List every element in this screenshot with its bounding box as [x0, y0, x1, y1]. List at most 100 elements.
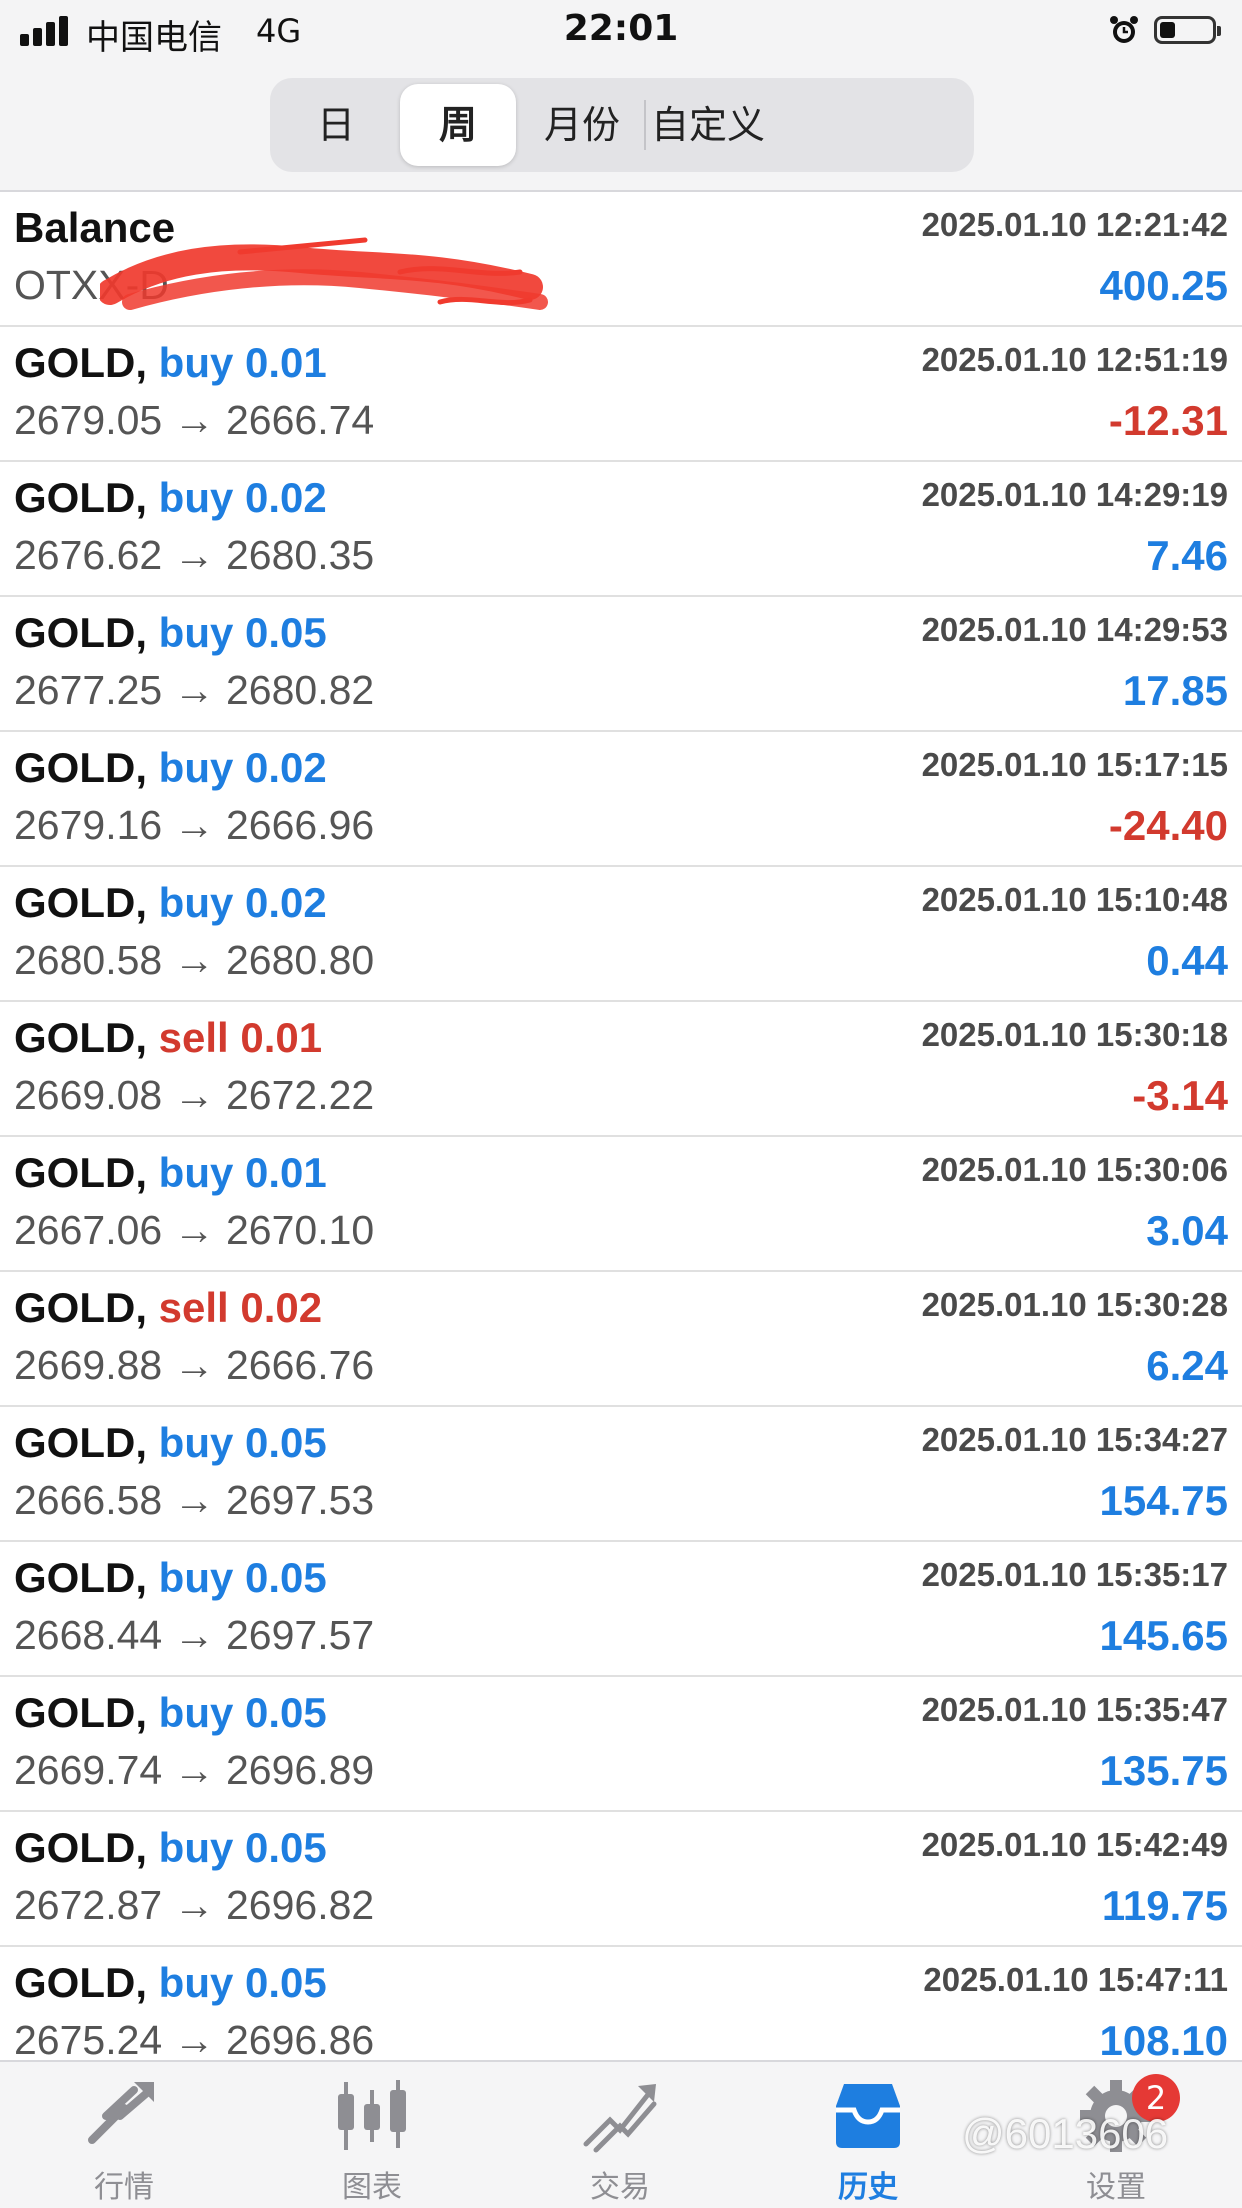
deal-side-volume: buy 0.02	[158, 744, 327, 791]
deal-title: GOLD, buy 0.05	[14, 1419, 327, 1467]
deal-prices: 2669.08 → 2672.22	[14, 1072, 375, 1118]
deal-profit: 7.46	[1146, 532, 1228, 579]
deal-side-volume: buy 0.05	[158, 1554, 327, 1601]
deal-prices: 2669.74 → 2696.89	[14, 1747, 375, 1793]
tab-label: 交易	[590, 2170, 650, 2205]
deal-row[interactable]: GOLD, buy 0.05 2666.58 → 2697.53 2025.01.1…	[0, 1407, 1242, 1542]
tab-trade[interactable]: 交易	[496, 2062, 744, 2208]
deal-row[interactable]: GOLD, sell 0.02 2669.88 → 2666.76 2025.01.…	[0, 1272, 1242, 1407]
deal-title: GOLD, buy 0.02	[14, 879, 327, 927]
deal-row[interactable]: GOLD, buy 0.02 2679.16 → 2666.96 2025.01.1…	[0, 732, 1242, 867]
history-icon	[836, 2084, 900, 2148]
tab-label: 行情	[94, 2170, 154, 2205]
deal-symbol: GOLD,	[14, 1014, 147, 1061]
deal-symbol: GOLD,	[14, 1149, 147, 1196]
tab-label: 图表	[342, 2170, 402, 2205]
deal-row[interactable]: GOLD, buy 0.02 2676.62 → 2680.35 2025.01.1…	[0, 462, 1242, 597]
deal-time: 2025.01.10 15:35:17	[921, 1556, 1228, 1593]
tab-month[interactable]: 月份	[522, 84, 642, 166]
deal-row[interactable]: GOLD, buy 0.05 2672.87 → 2696.82 2025.01.1…	[0, 1812, 1242, 1947]
deal-side-volume: sell 0.02	[158, 1284, 323, 1331]
balance-amount: 400.25	[1099, 262, 1228, 309]
deal-row[interactable]: GOLD, buy 0.05 2677.25 → 2680.82 2025.01.1…	[0, 597, 1242, 732]
deal-side-volume: buy 0.05	[158, 1959, 327, 2006]
deal-row[interactable]: GOLD, buy 0.05 2668.44 → 2697.57 2025.01.1…	[0, 1542, 1242, 1677]
deal-prices: 2679.05 → 2666.74	[14, 397, 375, 443]
deal-side-volume: buy 0.05	[158, 609, 327, 656]
deal-time: 2025.01.10 12:51:19	[921, 341, 1228, 378]
deal-symbol: GOLD,	[14, 474, 147, 521]
deal-profit: -12.31	[1108, 397, 1228, 444]
deal-side-volume: sell 0.01	[158, 1014, 323, 1061]
deal-title: GOLD, buy 0.05	[14, 609, 327, 657]
deal-profit: 154.75	[1099, 1477, 1228, 1524]
deal-time: 2025.01.10 15:17:15	[921, 746, 1228, 783]
tab-label: 历史	[838, 2170, 898, 2205]
quotes-icon	[88, 2082, 154, 2144]
deal-row[interactable]: GOLD, buy 0.05 2669.74 → 2696.89 2025.01.1…	[0, 1677, 1242, 1812]
redaction-scribble	[100, 237, 548, 310]
deal-symbol: GOLD,	[14, 1419, 147, 1466]
deal-side-volume: buy 0.02	[158, 474, 327, 521]
deal-symbol: GOLD,	[14, 879, 147, 926]
status-time: 22:01	[563, 8, 679, 49]
deal-title: GOLD, buy 0.01	[14, 1149, 327, 1197]
deal-title: GOLD, sell 0.01	[14, 1014, 322, 1062]
deal-side-volume: buy 0.05	[158, 1419, 327, 1466]
deal-time: 2025.01.10 14:29:19	[921, 476, 1228, 513]
deal-side-volume: buy 0.01	[158, 1149, 327, 1196]
deal-symbol: GOLD,	[14, 1959, 147, 2006]
deal-title: GOLD, buy 0.05	[14, 1959, 327, 2007]
deal-title: GOLD, buy 0.05	[14, 1554, 327, 1602]
tab-quotes[interactable]: 行情	[0, 2062, 248, 2208]
tab-day[interactable]: 日	[276, 84, 396, 166]
deal-symbol: GOLD,	[14, 1554, 147, 1601]
trade-icon	[583, 2084, 657, 2153]
battery-icon	[1154, 16, 1221, 44]
deal-title: GOLD, buy 0.01	[14, 339, 327, 387]
deal-profit: 108.10	[1099, 2017, 1228, 2064]
deal-symbol: GOLD,	[14, 1689, 147, 1736]
deal-time: 2025.01.10 14:29:53	[921, 611, 1228, 648]
deal-symbol: GOLD,	[14, 609, 147, 656]
tab-history[interactable]: 历史	[744, 2062, 992, 2208]
tab-week[interactable]: 周	[400, 84, 516, 166]
deal-symbol: GOLD,	[14, 1824, 147, 1871]
watermark: @6013606	[962, 2110, 1169, 2157]
chart-icon	[338, 2080, 406, 2150]
tab-custom[interactable]: 自定义	[648, 84, 768, 166]
deal-row[interactable]: GOLD, buy 0.02 2680.58 → 2680.80 2025.01.1…	[0, 867, 1242, 1002]
deal-profit: 17.85	[1122, 667, 1228, 714]
deal-prices: 2668.44 → 2697.57	[14, 1612, 375, 1658]
deal-prices: 2677.25 → 2680.82	[14, 667, 375, 713]
deal-side-volume: buy 0.02	[158, 879, 327, 926]
deal-side-volume: buy 0.05	[158, 1824, 327, 1871]
deal-title: GOLD, sell 0.02	[14, 1284, 322, 1332]
history-list: Balance OTXX-D 2025.01.10 12:21:42 400.2…	[0, 192, 1242, 2082]
deal-title: GOLD, buy 0.05	[14, 1824, 327, 1872]
deal-row[interactable]: GOLD, buy 0.01 2667.06 → 2670.10 2025.01.1…	[0, 1137, 1242, 1272]
deal-rows: GOLD, buy 0.01 2679.05 → 2666.74 2025.01.1…	[0, 327, 1242, 2082]
deal-time: 2025.01.10 15:10:48	[921, 881, 1228, 918]
deal-time: 2025.01.10 15:30:06	[921, 1151, 1228, 1188]
deal-profit: 135.75	[1099, 1747, 1228, 1794]
segment-divider	[644, 100, 646, 150]
deal-symbol: GOLD,	[14, 339, 147, 386]
deal-time: 2025.01.10 15:30:18	[921, 1016, 1228, 1053]
deal-row[interactable]: GOLD, sell 0.01 2669.08 → 2672.22 2025.01.…	[0, 1002, 1242, 1137]
deal-prices: 2666.58 → 2697.53	[14, 1477, 375, 1523]
balance-row[interactable]: Balance OTXX-D 2025.01.10 12:21:42 400.2…	[0, 192, 1242, 327]
balance-time: 2025.01.10 12:21:42	[921, 206, 1228, 243]
deal-row[interactable]: GOLD, buy 0.01 2679.05 → 2666.74 2025.01.1…	[0, 327, 1242, 462]
deal-time: 2025.01.10 15:35:47	[921, 1691, 1228, 1728]
deal-side-volume: buy 0.05	[158, 1689, 327, 1736]
tab-chart[interactable]: 图表	[248, 2062, 496, 2208]
alarm-icon	[1110, 16, 1138, 43]
period-header: 日 周 月份 自定义	[0, 62, 1242, 192]
deal-profit: 0.44	[1146, 937, 1228, 984]
deal-prices: 2672.87 → 2696.82	[14, 1882, 375, 1928]
deal-symbol: GOLD,	[14, 1284, 147, 1331]
status-bar: 中国电信 4G 22:01	[0, 0, 1242, 62]
tab-label: 设置	[1086, 2170, 1146, 2205]
deal-title: GOLD, buy 0.02	[14, 474, 327, 522]
